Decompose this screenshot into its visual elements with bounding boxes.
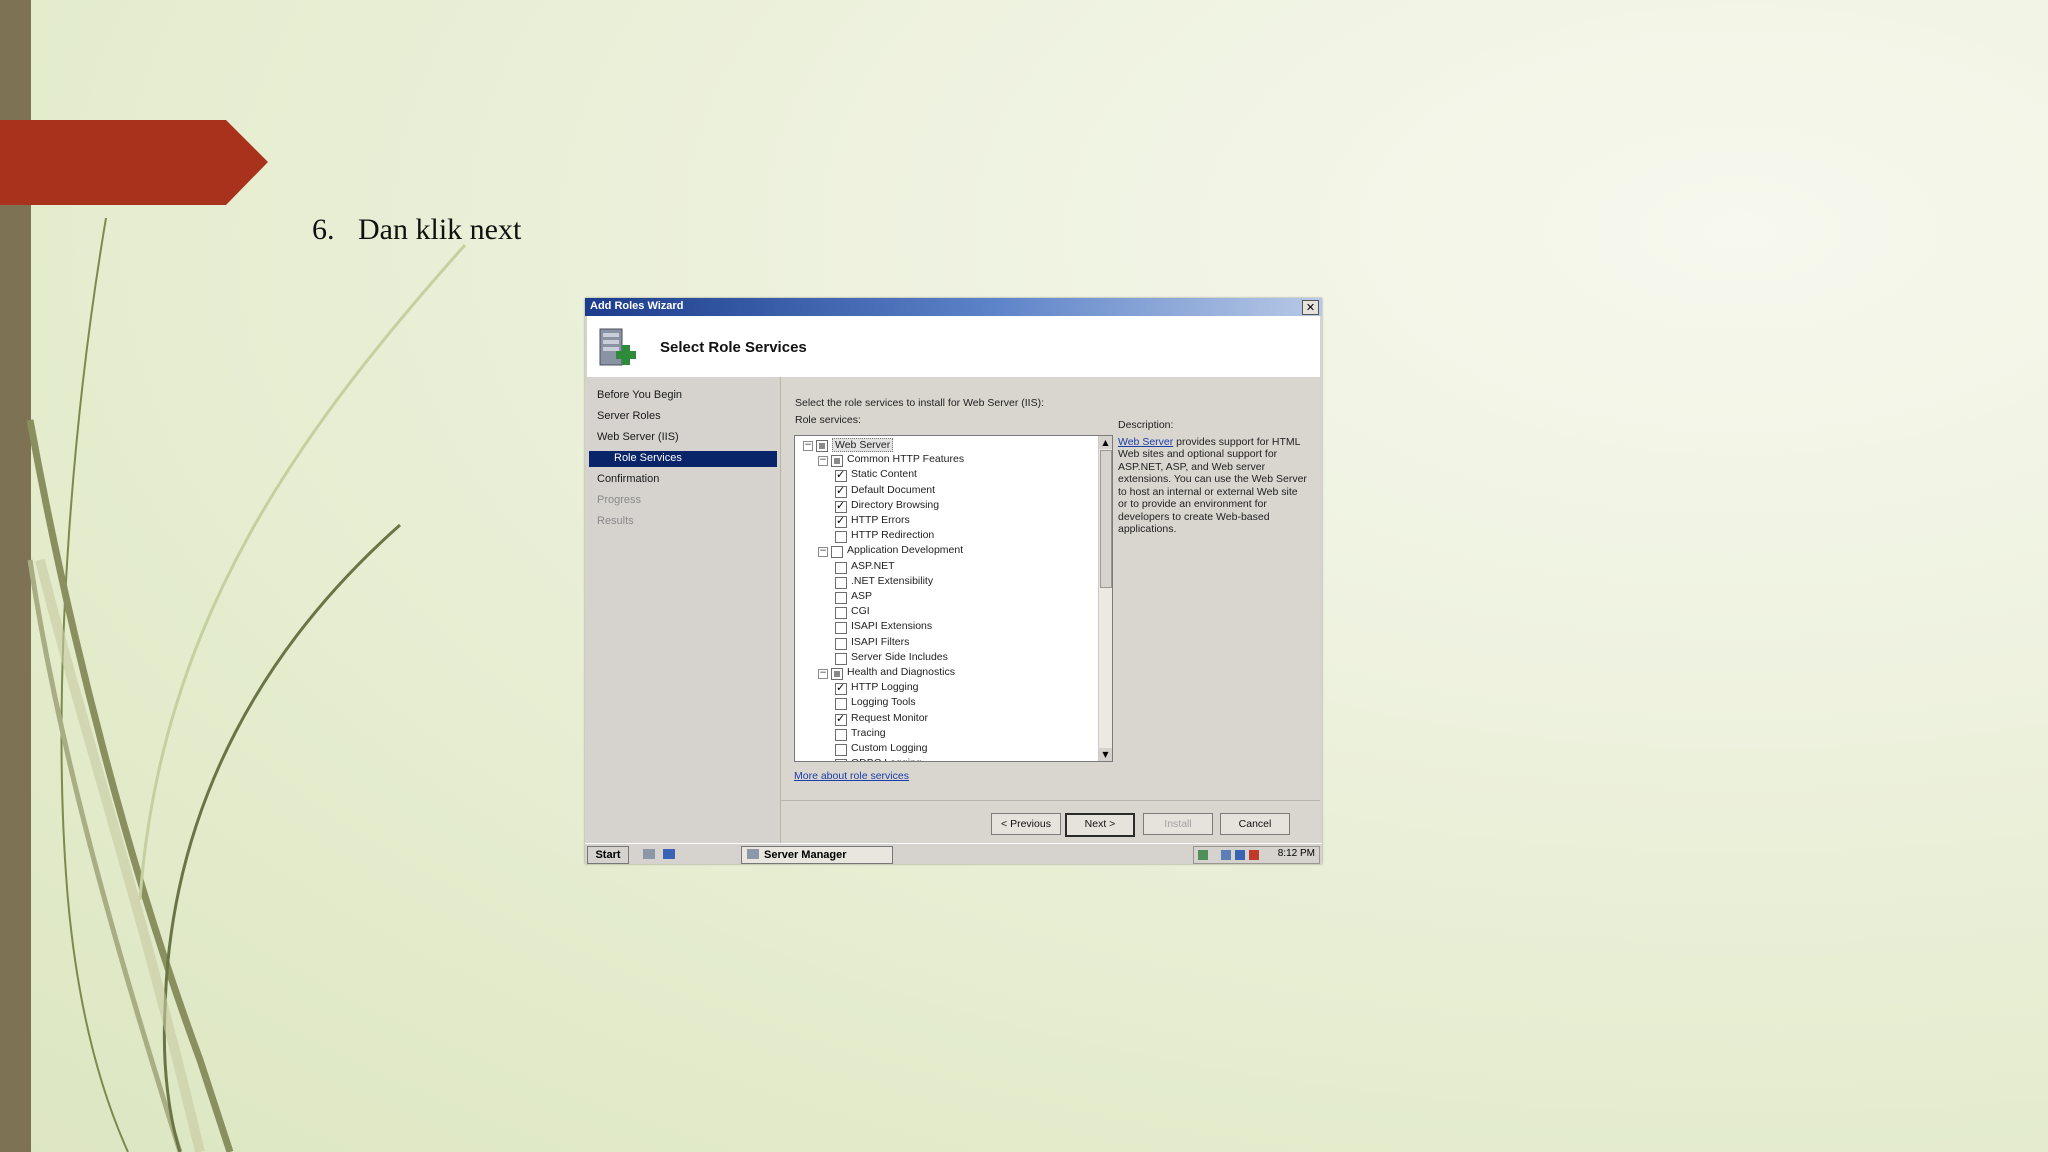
role-service-checkbox[interactable] [835,652,847,665]
role-service-label[interactable]: Custom Logging [851,742,927,754]
description-link[interactable]: Web Server [1118,436,1173,448]
previous-button[interactable]: < Previous [991,813,1061,835]
description-text: provides support for HTML Web sites and … [1118,435,1307,536]
taskbar-server-manager[interactable]: Server Manager [741,846,893,864]
role-service-label[interactable]: ODBC Logging [851,757,922,761]
taskbar: Start Server Manager 8:12 PM [585,843,1322,864]
scroll-up-icon[interactable]: ▲ [1099,436,1112,449]
tree-expander-icon[interactable]: − [818,547,828,558]
wizard-header: Select Role Services [587,316,1320,377]
server-manager-icon [747,849,759,859]
role-service-label[interactable]: HTTP Logging [851,681,919,693]
step-number: 6. [312,213,335,246]
nav-role-services[interactable]: Role Services [589,451,777,467]
nav-server-roles[interactable]: Server Roles [597,410,661,422]
tray-alert-icon[interactable] [1249,850,1259,860]
role-services-label: Role services: [795,414,861,426]
role-service-label[interactable]: Web Server [832,438,894,452]
tray-network-icon[interactable] [1198,850,1208,860]
button-divider [781,800,1320,801]
role-service-checkbox[interactable] [835,468,847,483]
tray-monitor-icon[interactable] [1221,850,1231,860]
system-tray: 8:12 PM [1193,846,1320,864]
role-service-label[interactable]: ASP.NET [851,560,895,572]
role-service-checkbox[interactable] [831,546,843,559]
role-service-label[interactable]: Static Content [851,468,917,480]
role-service-checkbox[interactable] [835,484,847,498]
description-panel: Description: Web Server provides support… [1118,419,1308,536]
nav-progress: Progress [597,494,642,506]
role-services-tree[interactable]: ▲ ▼ −Web Server−Common HTTP FeaturesStat… [794,435,1113,762]
tray-window-icon[interactable] [1235,850,1245,860]
more-about-role-services-link[interactable]: More about role services [794,770,909,782]
role-service-label[interactable]: Common HTTP Features [847,453,964,465]
wizard-nav: Before You Begin Server Roles Web Server… [587,377,781,843]
role-service-checkbox[interactable] [835,759,847,761]
role-service-checkbox[interactable] [835,712,847,726]
role-service-checkbox[interactable] [835,592,847,604]
role-service-checkbox[interactable] [831,455,843,468]
nav-before-you-begin[interactable]: Before You Begin [597,389,682,401]
server-add-icon [599,328,636,366]
role-service-label[interactable]: HTTP Errors [851,514,910,526]
scroll-down-icon[interactable]: ▼ [1099,748,1112,761]
role-service-label[interactable]: ASP [851,590,872,602]
tree-expander-icon[interactable]: − [818,669,828,679]
taskbar-app-label: Server Manager [764,849,847,861]
role-service-checkbox[interactable] [835,576,847,589]
role-service-checkbox[interactable] [835,531,847,544]
role-service-checkbox[interactable] [835,499,847,513]
step-label: Dan klik next [358,213,522,246]
role-service-checkbox[interactable] [835,514,847,528]
role-service-label[interactable]: .NET Extensibility [851,575,933,587]
quicklaunch-server-icon[interactable] [642,848,656,860]
role-service-label[interactable]: Directory Browsing [851,499,939,511]
slide-step-text: 6. Dan klik next [312,213,521,247]
install-button: Install [1143,813,1213,835]
tree-scrollbar[interactable]: ▲ ▼ [1098,436,1112,761]
instruction-text: Select the role services to install for … [795,397,1044,409]
role-service-label[interactable]: Server Side Includes [851,651,948,663]
accent-arrow-tag [0,120,268,205]
role-service-checkbox[interactable] [831,668,843,680]
role-service-checkbox[interactable] [835,561,847,574]
role-service-label[interactable]: Request Monitor [851,712,928,724]
description-label: Description: [1118,419,1174,431]
window-titlebar: Add Roles Wizard ✕ [585,298,1322,316]
role-service-checkbox[interactable] [835,728,847,741]
close-icon[interactable]: ✕ [1302,300,1319,315]
nav-role-services-label: Role Services [614,452,682,464]
role-service-checkbox[interactable] [835,637,847,650]
tree-expander-icon[interactable]: − [818,456,828,467]
role-service-label[interactable]: Default Document [851,484,935,496]
role-service-checkbox[interactable] [835,698,847,711]
role-service-label[interactable]: ISAPI Filters [851,636,909,648]
role-service-label[interactable]: HTTP Redirection [851,529,934,541]
quicklaunch-desktop-icon[interactable] [662,848,676,860]
role-service-checkbox[interactable] [816,440,828,452]
window-title: Add Roles Wizard [590,300,684,312]
nav-web-server[interactable]: Web Server (IIS) [597,431,679,443]
next-button[interactable]: Next > [1065,813,1135,837]
role-service-checkbox[interactable] [835,607,847,620]
cancel-button[interactable]: Cancel [1220,813,1290,835]
nav-confirmation[interactable]: Confirmation [597,473,659,485]
role-service-label[interactable]: CGI [851,605,870,617]
tray-clock: 8:12 PM [1277,848,1315,859]
role-service-label[interactable]: Application Development [847,544,963,556]
nav-results: Results [597,515,634,527]
role-service-label[interactable]: ISAPI Extensions [851,620,932,632]
scroll-thumb[interactable] [1100,450,1112,588]
role-service-checkbox[interactable] [835,744,847,756]
start-button[interactable]: Start [587,846,629,864]
wizard-screenshot: Add Roles Wizard ✕ Select Role Services … [585,298,1322,864]
role-service-label[interactable]: Health and Diagnostics [847,666,955,678]
role-service-label[interactable]: Tracing [851,727,886,739]
role-service-checkbox[interactable] [835,622,847,635]
wizard-page-title: Select Role Services [660,339,807,356]
role-service-label[interactable]: Logging Tools [851,696,916,708]
role-service-checkbox[interactable] [835,681,847,696]
tree-expander-icon[interactable]: − [803,441,813,451]
